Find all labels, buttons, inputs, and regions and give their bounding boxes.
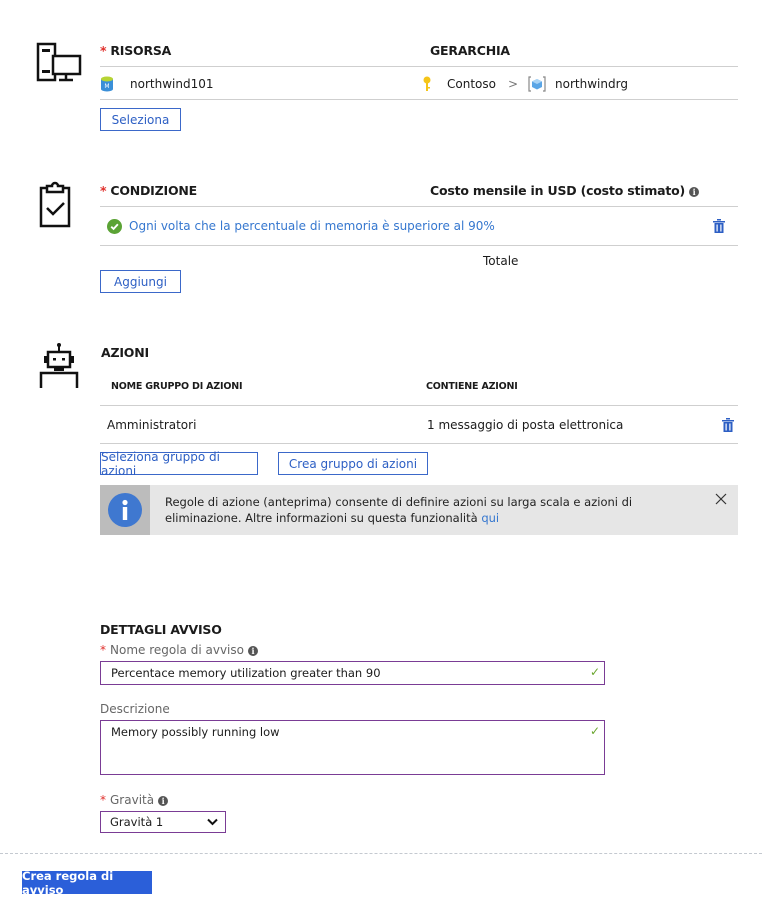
condition-row: Ogni volta che la percentuale di memoria… (107, 217, 495, 235)
info-icon[interactable]: i (689, 186, 700, 197)
rule-name-value: Percentace memory utilization greater th… (111, 666, 381, 680)
key-icon (423, 76, 431, 91)
alert-details-heading: DETTAGLI AVVISO (100, 622, 222, 637)
description-label: Descrizione (100, 702, 170, 716)
svg-text:M: M (104, 83, 109, 90)
close-icon[interactable] (715, 493, 727, 505)
rule-name-label: * Nome regola di avviso i (100, 643, 258, 657)
required-asterisk: * (100, 183, 107, 198)
database-icon: M (101, 76, 113, 92)
condition-heading-text: CONDIZIONE (110, 183, 197, 198)
hierarchy-breadcrumb: Contoso > northwindrg (422, 75, 628, 93)
severity-label: * Gravità i (100, 793, 169, 807)
resource-row: M northwind101 (100, 75, 213, 93)
resource-heading-text: RISORSA (110, 43, 172, 58)
severity-label-text: Gravità (110, 793, 155, 807)
resource-group-icon (528, 76, 546, 92)
column-header-contains: CONTIENE AZIONI (426, 381, 518, 392)
divider (100, 245, 738, 246)
add-condition-button[interactable]: Aggiungi (100, 270, 181, 293)
info-icon[interactable]: i (247, 645, 258, 656)
info-banner: Regole di azione (anteprima) consente di… (100, 485, 738, 535)
condition-heading: * CONDIZIONE (100, 183, 197, 198)
delete-condition-icon[interactable] (713, 219, 725, 233)
footer-divider (0, 853, 762, 854)
required-asterisk: * (100, 643, 106, 657)
info-banner-link[interactable]: qui (481, 511, 499, 525)
description-textarea[interactable]: Memory possibly running low (100, 720, 605, 775)
divider (100, 206, 738, 207)
description-value: Memory possibly running low (111, 725, 280, 739)
cost-heading: Costo mensile in USD (costo stimato) i (430, 183, 700, 198)
total-label: Totale (483, 254, 519, 268)
info-banner-text: Regole di azione (anteprima) consente di… (165, 494, 710, 526)
info-icon[interactable]: i (158, 795, 169, 806)
severity-select[interactable]: Gravità 1 (100, 811, 226, 833)
select-action-group-button[interactable]: Seleziona gruppo di azioni (100, 450, 258, 478)
rule-name-input[interactable]: Percentace memory utilization greater th… (100, 661, 605, 685)
success-check-icon (107, 218, 122, 234)
server-monitor-icon (36, 42, 82, 82)
actions-heading: AZIONI (101, 345, 149, 360)
action-group-name: Amministratori (107, 418, 197, 432)
divider (100, 405, 738, 406)
action-group-contains: 1 messaggio di posta elettronica (427, 418, 624, 432)
create-action-group-button[interactable]: Crea gruppo di azioni (278, 452, 428, 475)
hierarchy-heading: GERARCHIA (430, 43, 510, 58)
resource-heading: * RISORSA (100, 43, 171, 58)
resource-name: northwind101 (130, 77, 214, 91)
hierarchy-item-contoso[interactable]: Contoso (447, 77, 496, 91)
info-banner-icon-area (100, 485, 150, 535)
info-banner-message: Regole di azione (anteprima) consente di… (165, 495, 633, 525)
condition-link[interactable]: Ogni volta che la percentuale di memoria… (129, 219, 495, 233)
select-resource-button[interactable]: Seleziona (100, 108, 181, 131)
create-alert-rule-button[interactable]: Crea regola di avviso (22, 869, 152, 897)
breadcrumb-separator-icon: > (507, 77, 519, 91)
delete-action-group-icon[interactable] (722, 418, 734, 432)
severity-value: Gravità 1 (110, 815, 164, 829)
hierarchy-item-northwindrg[interactable]: northwindrg (555, 77, 628, 91)
info-icon (108, 493, 142, 527)
valid-check-icon: ✓ (590, 665, 601, 679)
required-asterisk: * (100, 43, 107, 58)
divider (100, 99, 738, 100)
required-asterisk: * (100, 793, 106, 807)
cost-heading-text: Costo mensile in USD (costo stimato) (430, 183, 686, 198)
divider (100, 66, 738, 67)
chevron-down-icon (207, 818, 218, 826)
valid-check-icon: ✓ (590, 724, 601, 738)
robot-icon (39, 343, 79, 388)
rule-name-label-text: Nome regola di avviso (110, 643, 244, 657)
column-header-group-name: NOME GRUPPO DI AZIONI (111, 381, 243, 392)
clipboard-check-icon (39, 181, 71, 228)
divider (100, 443, 738, 444)
